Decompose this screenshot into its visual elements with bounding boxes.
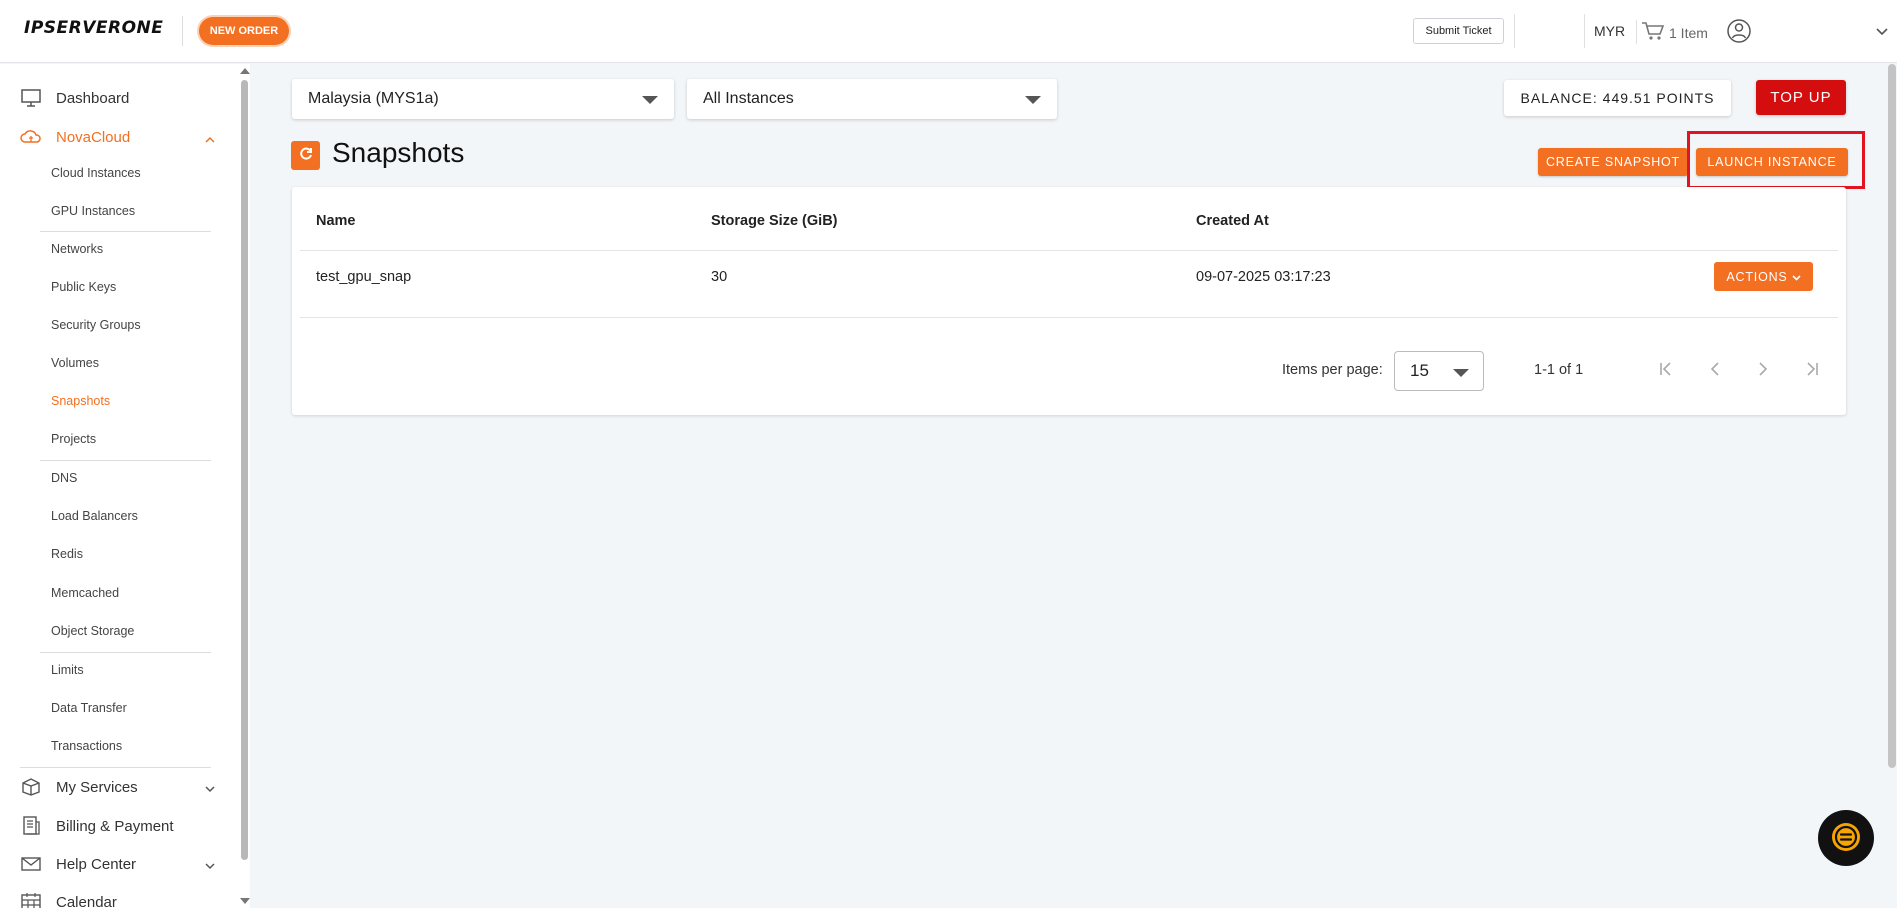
top-header: IPSERVERONE NEW ORDER Submit Ticket MYR … [0, 0, 1897, 63]
refresh-icon [298, 146, 314, 165]
sidebar-item-volumes[interactable]: Volumes [51, 356, 99, 370]
submit-ticket-button[interactable]: Submit Ticket [1413, 18, 1504, 44]
column-header-storage-size[interactable]: Storage Size (GiB) [711, 213, 838, 229]
region-select[interactable]: Malaysia (MYS1a) [292, 79, 674, 119]
sidebar-item-label: My Services [56, 778, 138, 796]
chevron-up-icon [205, 130, 215, 147]
sidebar-item-label: Dashboard [56, 89, 130, 107]
page-scroll-thumb[interactable] [1888, 64, 1896, 768]
chevron-down-icon [1792, 270, 1801, 284]
previous-page-icon[interactable] [1700, 354, 1730, 384]
refresh-button[interactable] [291, 141, 320, 170]
region-select-value: Malaysia (MYS1a) [308, 90, 439, 107]
sidebar-item-redis[interactable]: Redis [51, 547, 83, 561]
sidebar-item-label: Help Center [56, 855, 137, 873]
last-page-icon[interactable] [1797, 354, 1827, 384]
page-title: Snapshots [332, 137, 465, 168]
sidebar-item-object-storage[interactable]: Object Storage [51, 624, 134, 638]
sidebar-item-limits[interactable]: Limits [51, 663, 84, 677]
chevron-down-icon [205, 857, 215, 874]
pagination-range: 1-1 of 1 [1534, 362, 1584, 378]
chevron-down-icon[interactable] [1876, 24, 1888, 39]
scroll-down-icon[interactable] [240, 898, 250, 904]
logo-divider [182, 16, 183, 46]
caret-down-icon [642, 96, 658, 104]
create-snapshot-button[interactable]: CREATE SNAPSHOT [1538, 148, 1688, 176]
sidebar-item-projects[interactable]: Projects [51, 432, 96, 446]
sidebar-item-billing[interactable]: Billing & Payment [20, 807, 215, 845]
box-icon [20, 776, 42, 798]
row-divider [300, 317, 1838, 318]
monitor-icon [20, 87, 42, 109]
sidebar-item-snapshots[interactable]: Snapshots [51, 394, 110, 408]
sidebar-item-dns[interactable]: DNS [51, 471, 77, 485]
chat-icon [1829, 820, 1863, 857]
sidebar-item-transactions[interactable]: Transactions [51, 739, 122, 753]
nav-divider [40, 652, 211, 653]
cloud-icon [20, 126, 42, 148]
sidebar-item-gpu-instances[interactable]: GPU Instances [51, 204, 135, 218]
actions-label: ACTIONS [1726, 269, 1788, 284]
cart-icon [1641, 21, 1665, 44]
column-header-name[interactable]: Name [316, 213, 356, 229]
balance-display: BALANCE: 449.51 POINTS [1504, 80, 1731, 116]
mail-icon [20, 853, 42, 875]
instance-filter-select[interactable]: All Instances [687, 79, 1057, 119]
sidebar-item-my-services[interactable]: My Services [20, 768, 215, 806]
header-divider [1584, 14, 1585, 48]
chat-button[interactable] [1818, 810, 1874, 866]
cell-storage-size: 30 [711, 269, 728, 285]
caret-down-icon [1025, 96, 1041, 104]
sidebar-item-networks[interactable]: Networks [51, 242, 103, 256]
first-page-icon[interactable] [1651, 354, 1681, 384]
sidebar-item-label: Calendar [56, 893, 117, 908]
new-order-button[interactable]: NEW ORDER [199, 17, 289, 45]
header-divider [1514, 14, 1515, 48]
cell-created-at: 09-07-2025 03:17:23 [1196, 269, 1331, 285]
cell-name: test_gpu_snap [316, 269, 412, 285]
sidebar-item-load-balancers[interactable]: Load Balancers [51, 509, 138, 523]
top-up-button[interactable]: TOP UP [1756, 80, 1846, 115]
sidebar: Dashboard NovaCloud Cloud Instances GPU … [0, 64, 238, 908]
chevron-down-icon [205, 780, 215, 797]
sidebar-item-cloud-instances[interactable]: Cloud Instances [51, 166, 141, 180]
items-per-page-label: Items per page: [1282, 362, 1383, 378]
sidebar-item-label: Billing & Payment [56, 817, 174, 835]
sidebar-item-data-transfer[interactable]: Data Transfer [51, 701, 127, 715]
highlight-box [1687, 131, 1865, 189]
caret-down-icon [1453, 369, 1469, 377]
sidebar-scroll-thumb[interactable] [241, 80, 248, 860]
nav-divider [40, 231, 211, 232]
header-divider [1636, 20, 1637, 44]
brand-logo[interactable]: IPSERVERONE [24, 18, 163, 38]
calendar-icon [20, 891, 42, 908]
actions-button[interactable]: ACTIONS [1714, 262, 1813, 291]
sidebar-item-label: NovaCloud [56, 128, 131, 146]
snapshots-table-card: Name Storage Size (GiB) Created At test_… [292, 187, 1846, 415]
sidebar-item-memcached[interactable]: Memcached [51, 586, 119, 600]
user-icon[interactable] [1726, 18, 1752, 47]
cart-count: 1 Item [1669, 24, 1708, 41]
column-header-created-at[interactable]: Created At [1196, 213, 1269, 229]
instance-filter-value: All Instances [703, 90, 794, 107]
sidebar-item-security-groups[interactable]: Security Groups [51, 318, 141, 332]
items-per-page-value: 15 [1410, 361, 1429, 380]
sidebar-item-help-center[interactable]: Help Center [20, 845, 215, 883]
receipt-icon [20, 815, 42, 837]
next-page-icon[interactable] [1748, 354, 1778, 384]
items-per-page-select[interactable]: 15 [1394, 351, 1484, 391]
nav-divider [40, 460, 211, 461]
sidebar-item-public-keys[interactable]: Public Keys [51, 280, 116, 294]
row-divider [300, 250, 1838, 251]
sidebar-item-calendar[interactable]: Calendar [20, 883, 215, 908]
sidebar-item-dashboard[interactable]: Dashboard [20, 79, 215, 117]
scroll-up-icon[interactable] [240, 68, 250, 74]
sidebar-item-novacloud[interactable]: NovaCloud [20, 118, 215, 156]
cart-button[interactable]: 1 Item [1641, 21, 1708, 44]
currency-selector[interactable]: MYR [1594, 23, 1625, 39]
